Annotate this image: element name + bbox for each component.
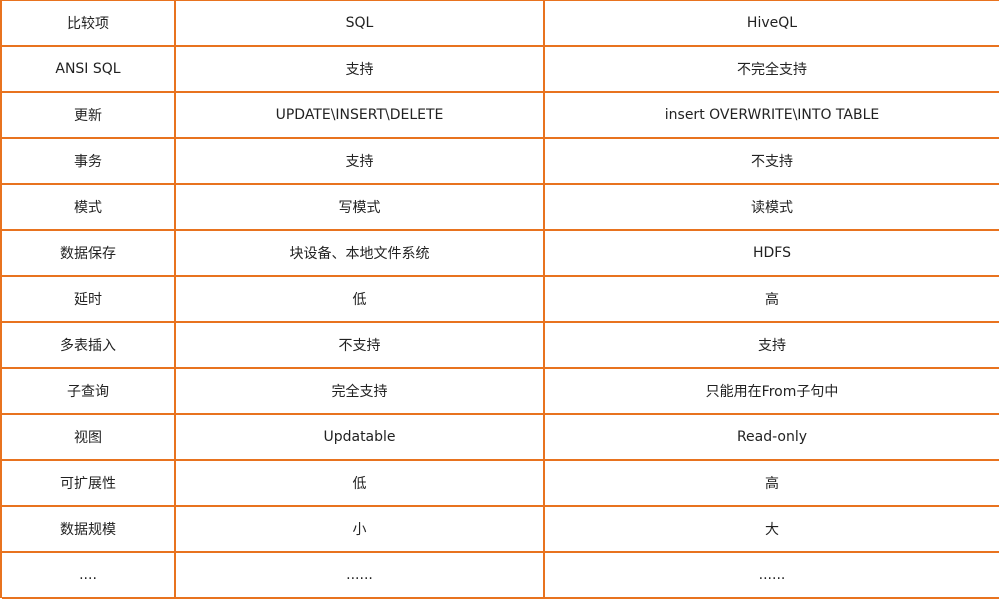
table-cell-sql: 写模式 bbox=[176, 185, 545, 231]
table-cell-hiveql: 高 bbox=[545, 461, 999, 507]
header-cell-hiveql: HiveQL bbox=[545, 1, 999, 47]
table-cell-sql: 小 bbox=[176, 507, 545, 553]
table-cell-item: 数据保存 bbox=[2, 231, 176, 277]
table-cell-sql: 完全支持 bbox=[176, 369, 545, 415]
table-cell-item: 模式 bbox=[2, 185, 176, 231]
table-cell-hiveql: Read-only bbox=[545, 415, 999, 461]
table-cell-hiveql: 不支持 bbox=[545, 139, 999, 185]
table-cell-item: 数据规模 bbox=[2, 507, 176, 553]
table-cell-sql: ...... bbox=[176, 553, 545, 599]
table-cell-item: 更新 bbox=[2, 93, 176, 139]
header-cell-sql: SQL bbox=[176, 1, 545, 47]
table-cell-hiveql: 大 bbox=[545, 507, 999, 553]
table-cell-hiveql: 读模式 bbox=[545, 185, 999, 231]
table-cell-item: 延时 bbox=[2, 277, 176, 323]
comparison-table: 比较项 SQL HiveQL ANSI SQL 支持 不完全支持 更新 UPDA… bbox=[0, 0, 999, 599]
table-cell-sql: 不支持 bbox=[176, 323, 545, 369]
table-cell-item: ANSI SQL bbox=[2, 47, 176, 93]
table-cell-item: 多表插入 bbox=[2, 323, 176, 369]
table-cell-item: 事务 bbox=[2, 139, 176, 185]
table-cell-hiveql: HDFS bbox=[545, 231, 999, 277]
table-cell-item: 视图 bbox=[2, 415, 176, 461]
table-cell-item: .... bbox=[2, 553, 176, 599]
table-cell-sql: 低 bbox=[176, 277, 545, 323]
table-cell-hiveql: insert OVERWRITE\INTO TABLE bbox=[545, 93, 999, 139]
table-cell-hiveql: 支持 bbox=[545, 323, 999, 369]
table-cell-hiveql: 不完全支持 bbox=[545, 47, 999, 93]
table-cell-sql: 低 bbox=[176, 461, 545, 507]
table-cell-hiveql: 高 bbox=[545, 277, 999, 323]
table-cell-sql: 支持 bbox=[176, 139, 545, 185]
table-cell-hiveql: ...... bbox=[545, 553, 999, 599]
table-cell-sql: 支持 bbox=[176, 47, 545, 93]
header-cell-item: 比较项 bbox=[2, 1, 176, 47]
table-cell-sql: 块设备、本地文件系统 bbox=[176, 231, 545, 277]
table-cell-item: 子查询 bbox=[2, 369, 176, 415]
table-cell-sql: UPDATE\INSERT\DELETE bbox=[176, 93, 545, 139]
table-cell-sql: Updatable bbox=[176, 415, 545, 461]
table-cell-hiveql: 只能用在From子句中 bbox=[545, 369, 999, 415]
table-cell-item: 可扩展性 bbox=[2, 461, 176, 507]
